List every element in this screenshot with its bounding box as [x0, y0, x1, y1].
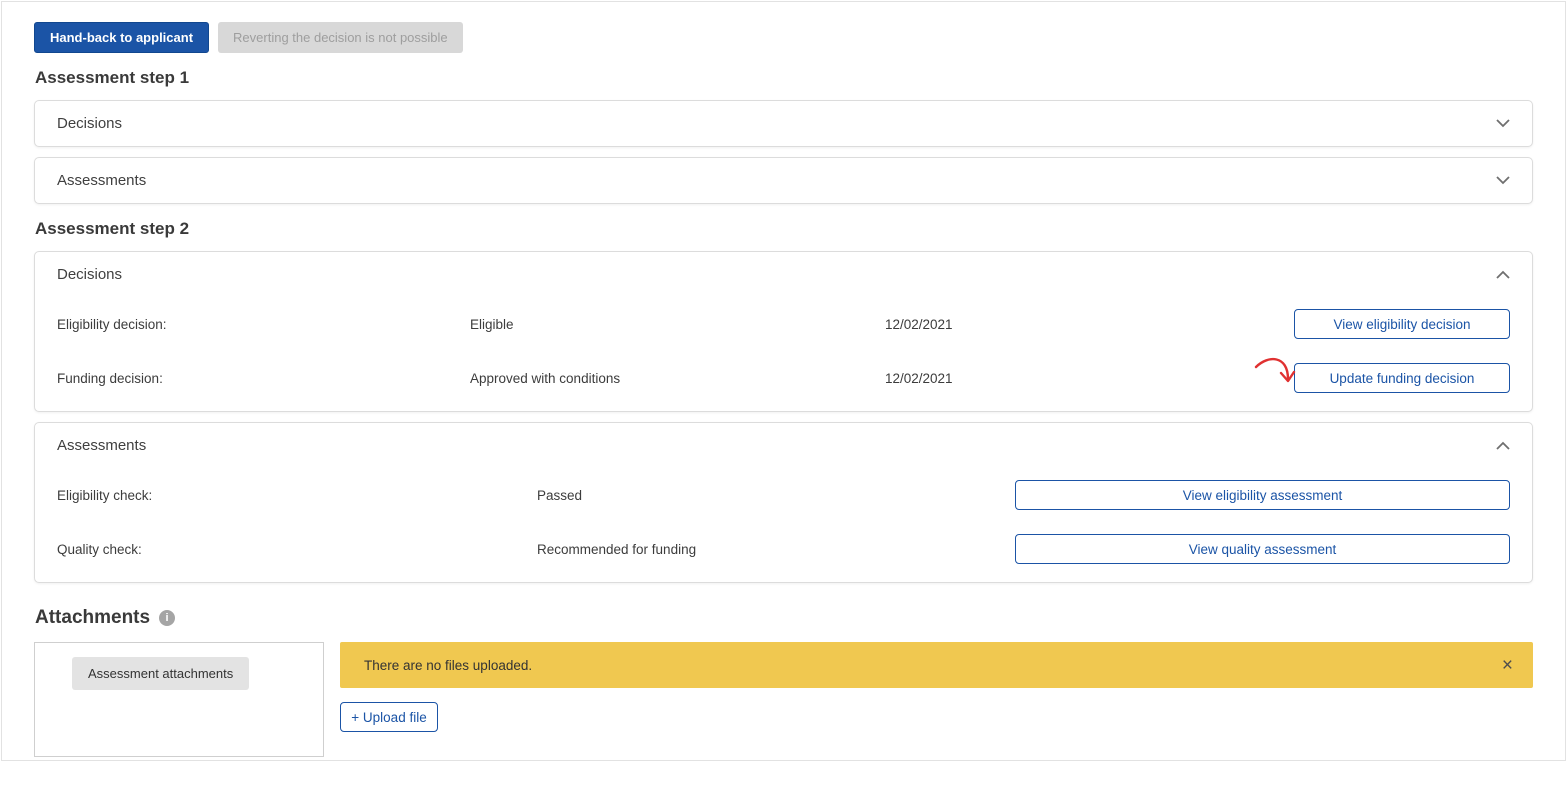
- view-quality-assessment-button[interactable]: View quality assessment: [1015, 534, 1510, 564]
- step1-title: Assessment step 1: [35, 68, 1533, 88]
- row-value: Recommended for funding: [537, 542, 1015, 557]
- panel-label: Assessments: [57, 437, 146, 454]
- step2-assessments-panel: Assessments Eligibility check: Passed Vi…: [34, 422, 1533, 583]
- step1-decisions-header[interactable]: Decisions: [35, 101, 1532, 146]
- row-date: 12/02/2021: [885, 371, 1294, 386]
- chevron-down-icon[interactable]: [1496, 119, 1510, 128]
- panel-label: Decisions: [57, 266, 122, 283]
- panel-label: Assessments: [57, 172, 146, 189]
- attachments-section: Assessment attachments There are no file…: [34, 642, 1533, 757]
- action-cell: View eligibility decision: [1294, 309, 1510, 339]
- assessment-row: Quality check: Recommended for funding V…: [35, 522, 1532, 576]
- attachments-title-text: Attachments: [35, 607, 150, 629]
- row-label: Eligibility decision:: [57, 317, 470, 332]
- panel-label: Decisions: [57, 115, 122, 132]
- attachments-title: Attachments i: [35, 607, 1533, 629]
- revert-disabled-button: Reverting the decision is not possible: [218, 22, 463, 53]
- step2-decisions-header[interactable]: Decisions: [35, 252, 1532, 297]
- row-date: 12/02/2021: [885, 317, 1294, 332]
- chevron-up-icon[interactable]: [1496, 441, 1510, 450]
- chevron-up-icon[interactable]: [1496, 270, 1510, 279]
- upload-file-button[interactable]: + Upload file: [340, 702, 438, 732]
- step2-assessments-body: Eligibility check: Passed View eligibili…: [35, 468, 1532, 582]
- close-icon[interactable]: ×: [1496, 654, 1519, 677]
- view-eligibility-decision-button[interactable]: View eligibility decision: [1294, 309, 1510, 339]
- decision-row: Funding decision: Approved with conditio…: [35, 351, 1532, 405]
- no-files-banner: There are no files uploaded. ×: [340, 642, 1533, 688]
- action-cell: Update funding decision: [1294, 363, 1510, 393]
- step2-title: Assessment step 2: [35, 219, 1533, 239]
- info-icon[interactable]: i: [159, 610, 175, 626]
- row-value: Eligible: [470, 317, 885, 332]
- step2-decisions-body: Eligibility decision: Eligible 12/02/202…: [35, 297, 1532, 411]
- decision-row: Eligibility decision: Eligible 12/02/202…: [35, 297, 1532, 351]
- assessment-page: Hand-back to applicant Reverting the dec…: [1, 1, 1566, 761]
- attachments-tab-box: Assessment attachments: [34, 642, 324, 757]
- step1-decisions-panel: Decisions: [34, 100, 1533, 147]
- handback-button[interactable]: Hand-back to applicant: [34, 22, 209, 53]
- step2-decisions-panel: Decisions Eligibility decision: Eligible…: [34, 251, 1533, 412]
- step2-assessments-header[interactable]: Assessments: [35, 423, 1532, 468]
- step1-assessments-panel: Assessments: [34, 157, 1533, 204]
- row-label: Quality check:: [57, 542, 537, 557]
- step1-assessments-header[interactable]: Assessments: [35, 158, 1532, 203]
- no-files-message: There are no files uploaded.: [364, 658, 1496, 673]
- row-value: Approved with conditions: [470, 371, 885, 386]
- view-eligibility-assessment-button[interactable]: View eligibility assessment: [1015, 480, 1510, 510]
- update-funding-decision-button[interactable]: Update funding decision: [1294, 363, 1510, 393]
- attachments-content: There are no files uploaded. × + Upload …: [340, 642, 1533, 732]
- assessment-attachments-tab[interactable]: Assessment attachments: [72, 657, 249, 690]
- row-value: Passed: [537, 488, 1015, 503]
- row-label: Eligibility check:: [57, 488, 537, 503]
- row-label: Funding decision:: [57, 371, 470, 386]
- toolbar: Hand-back to applicant Reverting the dec…: [34, 22, 1533, 53]
- assessment-row: Eligibility check: Passed View eligibili…: [35, 468, 1532, 522]
- chevron-down-icon[interactable]: [1496, 176, 1510, 185]
